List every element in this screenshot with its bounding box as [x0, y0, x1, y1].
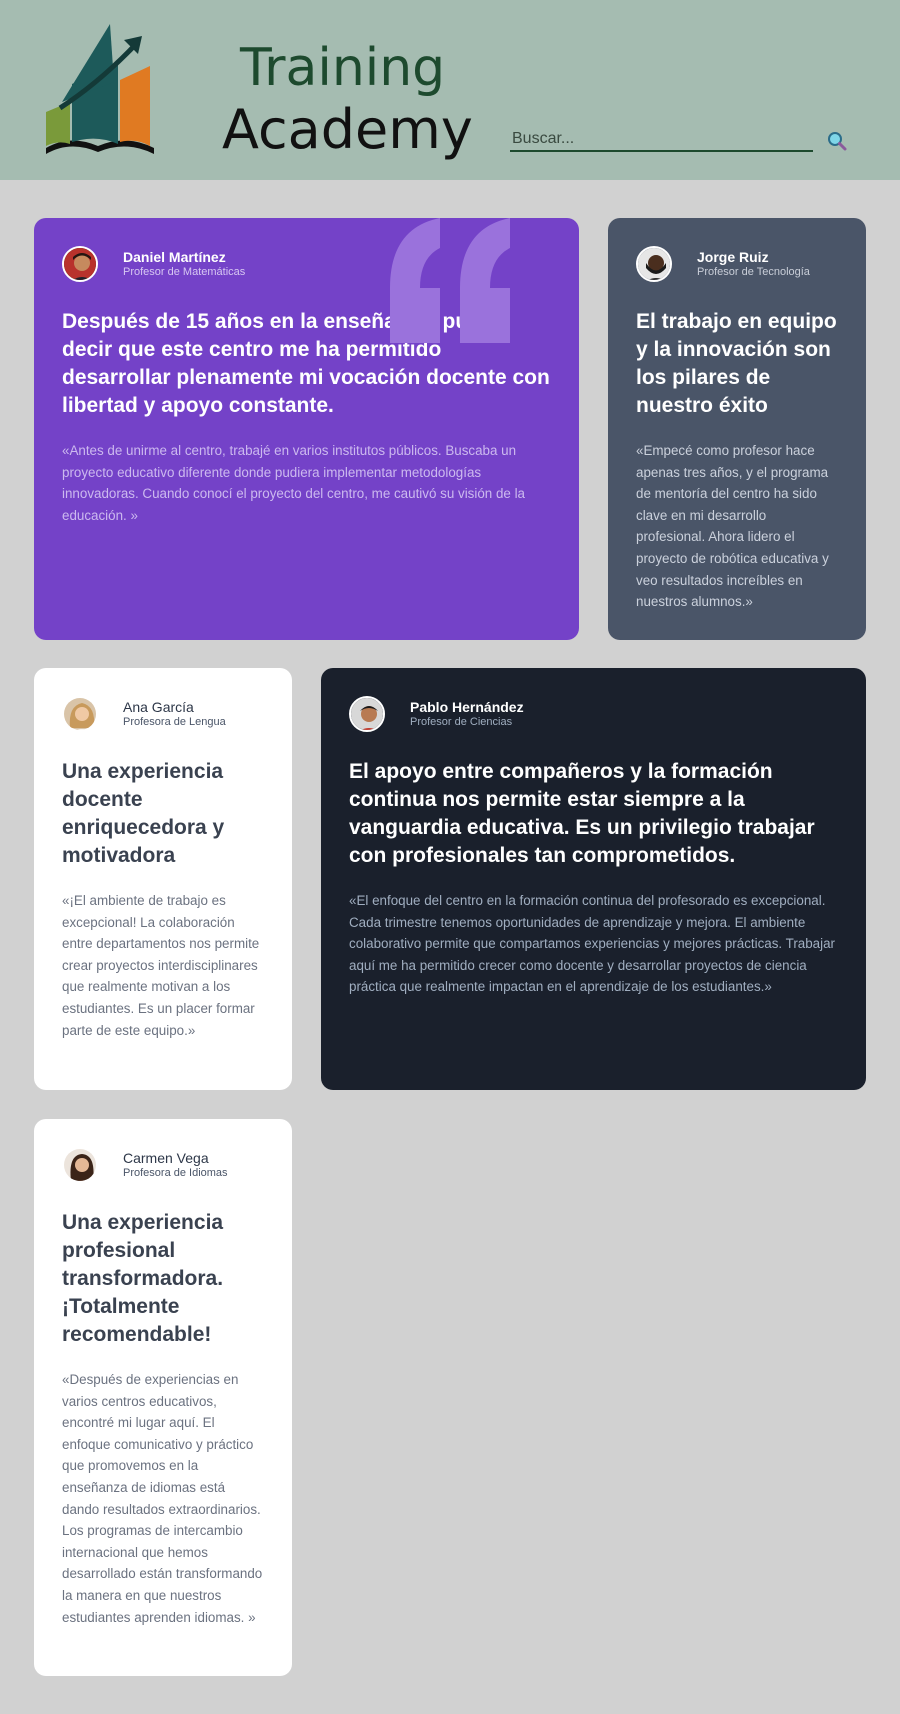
- testimonial-card-ana: Ana García Profesora de Lengua Una exper…: [34, 668, 292, 1090]
- testimonial-body: «Empecé como profesor hace apenas tres a…: [636, 443, 829, 610]
- author-info: Pablo Hernández Profesor de Ciencias: [349, 696, 838, 732]
- author-name: Ana García: [123, 699, 194, 715]
- author-name: Jorge Ruiz: [697, 249, 769, 265]
- site-header: Training Academy: [0, 0, 900, 180]
- testimonial-card-carmen: Carmen Vega Profesora de Idiomas Una exp…: [34, 1119, 292, 1676]
- author-info: Jorge Ruiz Profesor de Tecnología: [636, 246, 838, 282]
- testimonial-card-pablo: Pablo Hernández Profesor de Ciencias El …: [321, 668, 866, 1090]
- brand-title-line2: Academy: [222, 98, 473, 161]
- testimonial-body: «El enfoque del centro en la formación c…: [349, 893, 835, 995]
- avatar: [62, 1147, 98, 1183]
- testimonial-headline: El trabajo en equipo y la innovación son…: [636, 310, 837, 417]
- avatar: [349, 696, 385, 732]
- testimonial-headline: Una experiencia profesional transformado…: [62, 1211, 224, 1346]
- search-bar: [510, 128, 813, 152]
- search-input[interactable]: [510, 128, 813, 150]
- testimonial-headline: Una experiencia docente enriquecedora y …: [62, 760, 225, 867]
- author-role: Profesora de Lengua: [123, 716, 226, 728]
- author-role: Profesora de Idiomas: [123, 1167, 228, 1179]
- testimonial-card-jorge: Jorge Ruiz Profesor de Tecnología El tra…: [608, 218, 866, 640]
- search-icon[interactable]: [826, 130, 848, 152]
- author-name: Carmen Vega: [123, 1150, 209, 1166]
- author-name: Daniel Martínez: [123, 249, 226, 265]
- author-role: Profesor de Matemáticas: [123, 266, 246, 278]
- logo-icon[interactable]: [40, 22, 160, 158]
- quote-mark-icon: [390, 218, 510, 343]
- avatar: [636, 246, 672, 282]
- author-info: Carmen Vega Profesora de Idiomas: [62, 1147, 264, 1183]
- testimonial-body: «Después de experiencias en varios centr…: [62, 1372, 263, 1625]
- testimonial-body: «¡El ambiente de trabajo es excepcional!…: [62, 893, 260, 1038]
- testimonial-body: «Antes de unirme al centro, trabajé en v…: [62, 443, 525, 523]
- author-info: Ana García Profesora de Lengua: [62, 696, 264, 732]
- author-name: Pablo Hernández: [410, 699, 524, 715]
- avatar: [62, 696, 98, 732]
- avatar: [62, 246, 98, 282]
- brand-title-line1: Training: [240, 38, 446, 98]
- author-role: Profesor de Tecnología: [697, 266, 810, 278]
- testimonial-headline: El apoyo entre compañeros y la formación…: [349, 760, 815, 867]
- author-role: Profesor de Ciencias: [410, 716, 513, 728]
